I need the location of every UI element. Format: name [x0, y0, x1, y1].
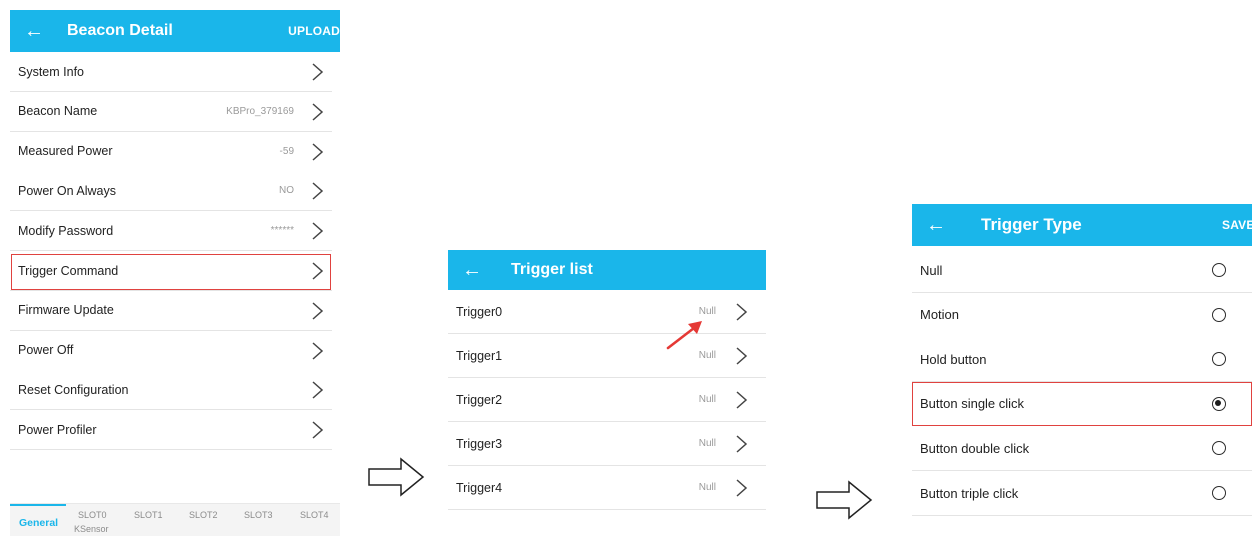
option-label: Button double click — [920, 440, 1030, 456]
row-value: NO — [279, 185, 294, 197]
radio-button[interactable] — [1212, 441, 1226, 456]
save-button[interactable]: SAVE — [1222, 218, 1252, 232]
settings-row-power-off[interactable]: Power Off — [10, 330, 332, 371]
slot-tab-bar: General SLOT0 KSensor SLOT1 SLOT2 SLOT3 … — [10, 503, 340, 536]
chevron-right-icon — [732, 391, 750, 409]
back-arrow-icon[interactable]: ← — [23, 21, 45, 41]
trigger-option-button-double-click[interactable]: Button double click — [912, 426, 1252, 472]
option-label: Null — [920, 262, 943, 278]
row-label: Modify Password — [18, 223, 114, 238]
option-label: Hold button — [920, 351, 987, 367]
upload-button[interactable]: UPLOAD — [288, 24, 340, 38]
chevron-right-icon — [308, 262, 326, 280]
option-label: Button triple click — [920, 485, 1019, 501]
chevron-right-icon — [308, 342, 326, 360]
chevron-right-icon — [732, 435, 750, 453]
settings-row-modify-password[interactable]: Modify Password ****** — [10, 211, 332, 252]
outline-arrow-right-icon — [816, 480, 873, 520]
tab-slot3[interactable]: SLOT3 — [244, 510, 273, 520]
row-value: KBPro_379169 — [226, 105, 294, 117]
trigger-option-button-single-click[interactable]: Button single click — [912, 381, 1252, 427]
chevron-right-icon — [732, 303, 750, 321]
radio-button[interactable] — [1212, 307, 1226, 322]
settings-row-beacon-name[interactable]: Beacon Name KBPro_379169 — [10, 91, 332, 132]
trigger-option-motion[interactable]: Motion — [912, 292, 1252, 338]
tab-slot1[interactable]: SLOT1 — [134, 510, 163, 520]
radio-button[interactable] — [1212, 263, 1226, 277]
row-value: -59 — [279, 145, 294, 157]
tab-slot0[interactable]: SLOT0 — [78, 510, 107, 520]
row-value: ****** — [270, 225, 294, 237]
chevron-right-icon — [308, 63, 326, 81]
settings-row-measured-power[interactable]: Measured Power -59 — [10, 131, 332, 172]
chevron-right-icon — [308, 143, 326, 161]
outline-arrow-right-icon — [368, 457, 425, 497]
row-value: Null — [698, 438, 716, 449]
row-label: Measured Power — [18, 144, 113, 159]
row-label: Firmware Update — [18, 303, 114, 318]
settings-row-firmware-update[interactable]: Firmware Update — [10, 290, 332, 331]
trigger-list-screen: ← Trigger list Trigger0 Null Trigger1 Null T… — [448, 250, 766, 520]
settings-row-power-on-always[interactable]: Power On Always NO — [10, 171, 332, 212]
chevron-right-icon — [732, 479, 750, 497]
trigger-option-hold-button[interactable]: Hold button — [912, 337, 1252, 383]
trigger-list-appbar: ← Trigger list — [448, 250, 766, 290]
red-pointer-arrow-icon — [666, 321, 702, 350]
row-value: Null — [698, 394, 716, 405]
row-label: Reset Configuration — [18, 382, 129, 397]
trigger-option-button-triple-click[interactable]: Button triple click — [912, 471, 1252, 516]
tab-slot2[interactable]: SLOT2 — [189, 510, 218, 520]
row-label: Trigger3 — [456, 436, 503, 451]
beacon-detail-screen: ← Beacon Detail UPLOAD System Info Beacon… — [10, 10, 340, 536]
row-label: Power Off — [18, 343, 74, 358]
row-value: Null — [698, 306, 716, 317]
chevron-right-icon — [308, 421, 326, 439]
page-title: Trigger Type — [981, 215, 1082, 234]
trigger-type-screen: ← Trigger Type SAVE Null Motion Hold butto… — [912, 204, 1252, 524]
row-label: Trigger1 — [456, 348, 503, 363]
chevron-right-icon — [308, 302, 326, 320]
tab-slot0-subtitle: KSensor — [74, 524, 109, 534]
row-label: System Info — [18, 64, 84, 79]
trigger-row-trigger1[interactable]: Trigger1 Null — [448, 334, 766, 378]
radio-button[interactable] — [1212, 486, 1226, 500]
row-label: Trigger4 — [456, 480, 503, 495]
chevron-right-icon — [308, 182, 326, 200]
row-label: Power On Always — [18, 183, 116, 198]
trigger-option-null[interactable]: Null — [912, 248, 1252, 293]
radio-button[interactable] — [1212, 352, 1226, 367]
chevron-right-icon — [308, 103, 326, 121]
page-title: Trigger list — [511, 261, 593, 278]
trigger-type-appbar: ← Trigger Type SAVE — [912, 204, 1252, 246]
back-arrow-icon[interactable]: ← — [925, 215, 947, 235]
beacon-detail-appbar: ← Beacon Detail UPLOAD — [10, 10, 340, 52]
chevron-right-icon — [308, 222, 326, 240]
option-label: Button single click — [920, 396, 1025, 412]
chevron-right-icon — [732, 347, 750, 365]
trigger-row-trigger4[interactable]: Trigger4 Null — [448, 466, 766, 510]
settings-row-power-profiler[interactable]: Power Profiler — [10, 410, 332, 451]
row-label: Trigger2 — [456, 392, 503, 407]
tab-slot4[interactable]: SLOT4 — [300, 510, 329, 520]
row-label: Trigger0 — [456, 304, 503, 319]
radio-button[interactable] — [1212, 396, 1226, 411]
page-title: Beacon Detail — [67, 22, 173, 39]
row-label: Trigger Command — [18, 263, 119, 278]
trigger-row-trigger0[interactable]: Trigger0 Null — [448, 290, 766, 334]
settings-row-trigger-command[interactable]: Trigger Command — [10, 251, 332, 291]
settings-row-reset-configuration[interactable]: Reset Configuration — [10, 370, 332, 411]
tab-general[interactable]: General — [19, 517, 58, 529]
trigger-row-trigger3[interactable]: Trigger3 Null — [448, 422, 766, 466]
trigger-row-trigger2[interactable]: Trigger2 Null — [448, 378, 766, 422]
back-arrow-icon[interactable]: ← — [461, 260, 483, 280]
settings-row-system-info[interactable]: System Info — [10, 52, 332, 92]
row-value: Null — [698, 482, 716, 493]
chevron-right-icon — [308, 381, 326, 399]
row-label: Beacon Name — [18, 104, 98, 119]
tab-active-indicator — [10, 504, 66, 506]
row-label: Power Profiler — [18, 422, 97, 437]
option-label: Motion — [920, 307, 960, 323]
